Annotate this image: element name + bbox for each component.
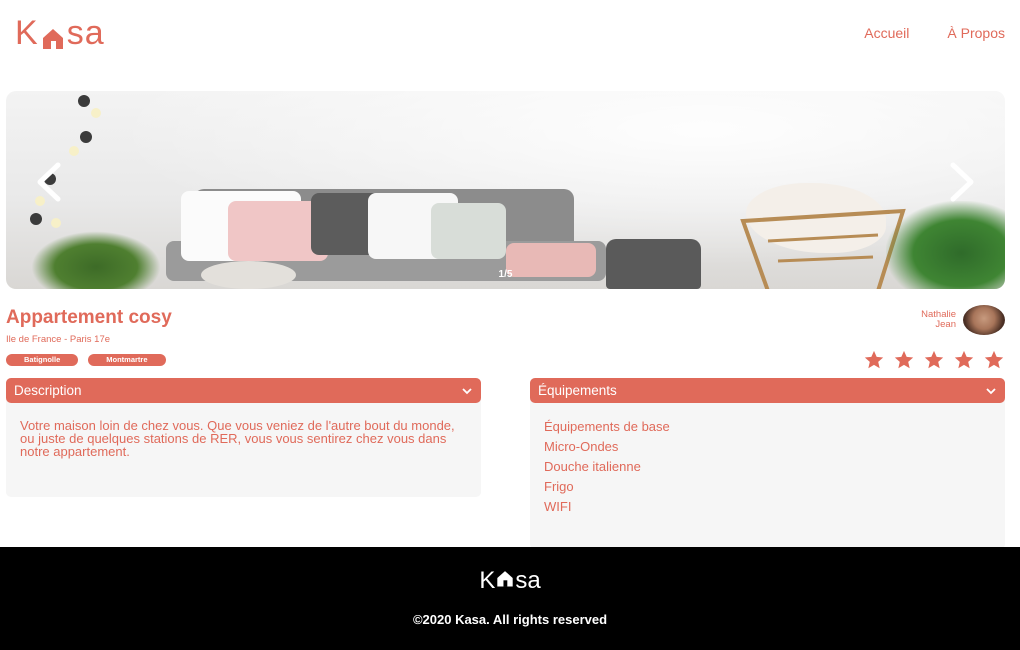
equipments-toggle[interactable]: Équipements [530,378,1005,403]
logo-letter-k: K [15,14,39,52]
chevron-right-icon [950,162,974,202]
host-avatar [963,305,1005,335]
description-text: Votre maison loin de chez vous. Que vous… [20,418,455,459]
chevron-down-icon [462,387,472,394]
tag-list: Batignolle Montmartre [6,354,166,366]
logo-letters-sa: sa [66,14,105,52]
description-content: Votre maison loin de chez vous. Que vous… [6,399,481,497]
equipments-content: Équipements de base Micro-Ondes Douche i… [530,399,1005,549]
photo-carousel: 1/5 [6,91,1005,289]
description-label: Description [14,383,82,398]
house-icon [495,567,515,595]
footer-copyright: ©2020 Kasa. All rights reserved [412,612,608,627]
chevron-left-icon [37,162,61,202]
nav-link-a-propos[interactable]: À Propos [947,25,1005,41]
star-icon [864,350,884,369]
star-icon [984,350,1004,369]
carousel-next-button[interactable] [937,159,983,205]
host-last-name: Jean [935,319,956,330]
nav-link-accueil[interactable]: Accueil [864,25,909,41]
basket [606,239,701,289]
footer-logo-letters-sa: sa [515,567,541,594]
footer-logo-letter-k: K [479,567,496,594]
carousel-counter: 1/5 [498,269,513,280]
star-icon [954,350,974,369]
host-info: Nathalie Jean [921,305,1005,335]
host-name: Nathalie Jean [921,310,956,330]
equipments-list: Équipements de base Micro-Ondes Douche i… [544,417,991,517]
star-icon [894,350,914,369]
list-item: Frigo [544,479,574,494]
list-item: Micro-Ondes [544,439,619,454]
rating-stars [863,349,1005,371]
site-header: K sa Accueil À Propos [0,0,1020,70]
house-icon [40,21,66,49]
site-footer: K sa ©2020 Kasa. All rights reserved [0,547,1020,650]
footer-logo: K sa [0,567,1020,595]
description-toggle[interactable]: Description [6,378,481,403]
tag-montmartre: Montmartre [88,354,166,366]
equipments-collapse: Équipements Équipements de base Micro-On… [530,378,1005,549]
description-collapse: Description Votre maison loin de chez vo… [6,378,481,497]
list-item: Équipements de base [544,419,670,434]
list-item: Douche italienne [544,459,641,474]
star-icon [924,350,944,369]
main-nav: Accueil À Propos [864,25,1005,41]
tag-batignolle: Batignolle [6,354,79,366]
chevron-down-icon [986,387,996,394]
kasa-logo[interactable]: K sa [15,14,105,53]
listing-location: Ile de France - Paris 17e [6,334,111,345]
plant-left [31,231,161,289]
listing-title: Appartement cosy [6,307,172,328]
cushion [431,203,506,259]
equipments-label: Équipements [538,383,617,398]
carousel-prev-button[interactable] [28,159,74,205]
list-item: WIFI [544,499,572,514]
